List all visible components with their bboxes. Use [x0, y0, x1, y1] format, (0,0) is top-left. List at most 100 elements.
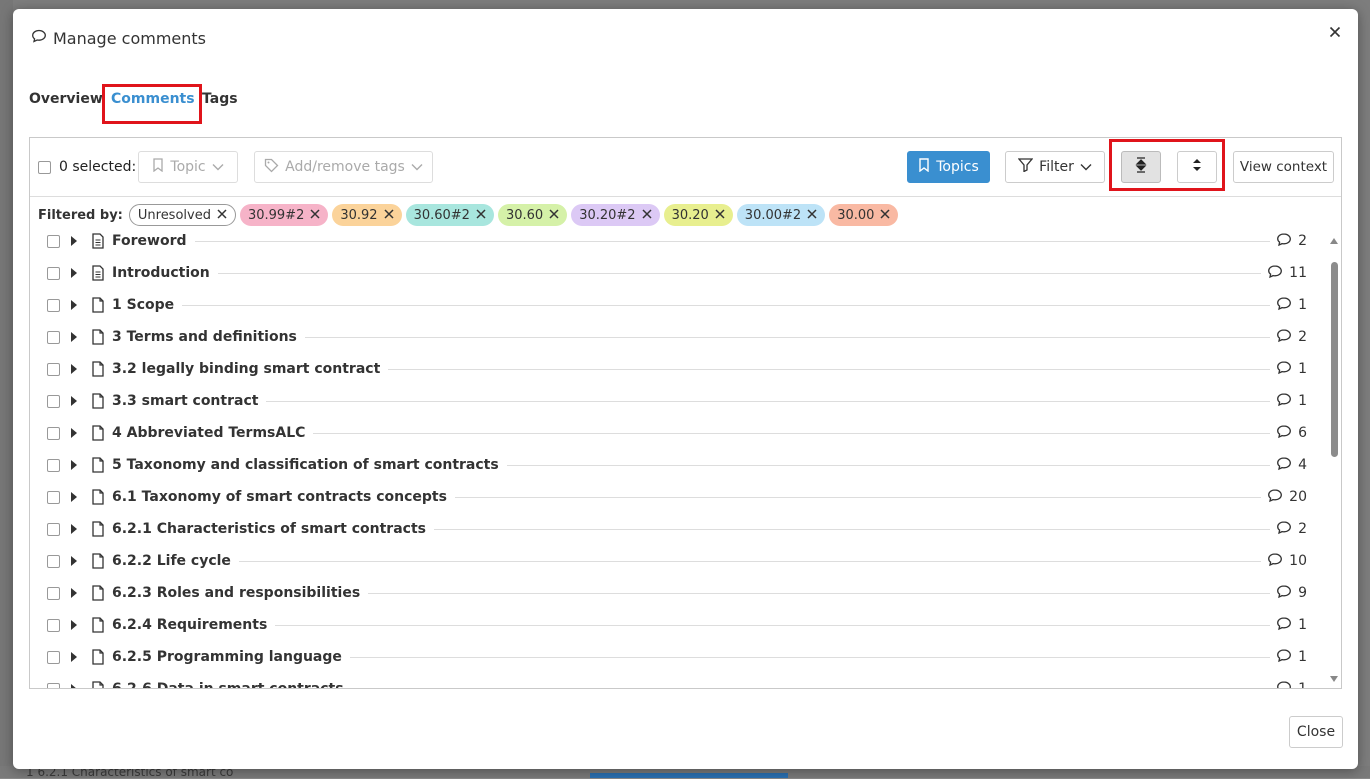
row-title: 6.2.5 Programming language — [112, 649, 350, 665]
list-item[interactable]: 3.2 legally binding smart contract 1 — [30, 353, 1327, 385]
row-title: 1 Scope — [112, 297, 183, 313]
comment-count-value: 1 — [1298, 681, 1307, 688]
remove-filter-icon[interactable] — [549, 208, 559, 222]
list-item[interactable]: 6.2.5 Programming language 1 — [30, 641, 1327, 673]
filter-chip-label: 30.60#2 — [413, 207, 470, 223]
caret-right-icon[interactable] — [71, 684, 77, 688]
row-checkbox[interactable] — [47, 554, 60, 568]
document-icon — [91, 649, 105, 669]
list-item[interactable]: 3.3 smart contract 1 — [30, 385, 1327, 417]
scroll-up-arrow-icon[interactable] — [1330, 238, 1338, 244]
row-checkbox[interactable] — [47, 522, 60, 536]
caret-right-icon[interactable] — [71, 300, 77, 310]
comment-count: 1 — [1270, 647, 1307, 667]
caret-right-icon[interactable] — [71, 588, 77, 598]
remove-filter-icon[interactable] — [715, 208, 725, 222]
caret-right-icon[interactable] — [71, 428, 77, 438]
select-all-checkbox[interactable] — [38, 160, 51, 174]
filter-chip-label: 30.00#2 — [744, 207, 802, 223]
comment-icon — [1276, 328, 1292, 347]
row-checkbox[interactable] — [47, 458, 60, 472]
caret-right-icon[interactable] — [71, 236, 77, 246]
caret-right-icon[interactable] — [71, 524, 77, 534]
caret-right-icon[interactable] — [71, 556, 77, 566]
filter-chip: 30.00 — [829, 204, 899, 226]
comment-count: 9 — [1270, 583, 1307, 603]
tags-dropdown[interactable]: Add/remove tags — [254, 151, 433, 183]
row-checkbox[interactable] — [47, 266, 60, 280]
row-checkbox[interactable] — [47, 490, 60, 504]
scroll-down-arrow-icon[interactable] — [1330, 676, 1338, 682]
remove-filter-icon[interactable] — [310, 208, 320, 222]
view-context-button[interactable]: View context — [1233, 151, 1334, 183]
caret-right-icon[interactable] — [71, 268, 77, 278]
remove-filter-icon[interactable] — [807, 208, 817, 222]
tab-overview[interactable]: Overview — [29, 91, 103, 107]
filter-button[interactable]: Filter — [1005, 151, 1105, 183]
caret-right-icon[interactable] — [71, 364, 77, 374]
row-checkbox[interactable] — [47, 618, 60, 632]
document-icon — [91, 585, 105, 605]
row-checkbox[interactable] — [47, 362, 60, 376]
row-checkbox[interactable] — [47, 650, 60, 664]
comment-count-value: 11 — [1289, 265, 1307, 281]
row-divider — [112, 561, 1287, 562]
caret-right-icon[interactable] — [71, 652, 77, 662]
row-title: 6.2.1 Characteristics of smart contracts — [112, 521, 434, 537]
tag-icon — [264, 158, 279, 177]
caret-right-icon[interactable] — [71, 396, 77, 406]
filter-chip: 30.60 — [497, 204, 568, 226]
row-checkbox[interactable] — [47, 682, 60, 688]
remove-filter-icon[interactable] — [476, 208, 486, 222]
scrollbar[interactable] — [1328, 234, 1340, 686]
list-item[interactable]: 6.2.2 Life cycle 10 — [30, 545, 1327, 577]
comment-count: 2 — [1270, 232, 1307, 251]
caret-right-icon[interactable] — [71, 332, 77, 342]
filter-chip: 30.00#2 — [736, 204, 826, 226]
list-item[interactable]: 1 Scope 1 — [30, 289, 1327, 321]
remove-filter-icon[interactable] — [880, 208, 890, 222]
scroll-thumb[interactable] — [1331, 262, 1338, 457]
row-title: 3.3 smart contract — [112, 393, 267, 409]
comment-icon — [1276, 584, 1292, 603]
remove-filter-icon[interactable] — [217, 208, 227, 222]
list-item[interactable]: 3 Terms and definitions 2 — [30, 321, 1327, 353]
row-checkbox[interactable] — [47, 586, 60, 600]
list-item[interactable]: 6.2.6 Data in smart contracts 1 — [30, 673, 1327, 688]
comment-icon — [1276, 520, 1292, 539]
tab-tags[interactable]: Tags — [202, 91, 238, 107]
remove-filter-icon[interactable] — [384, 208, 394, 222]
row-checkbox[interactable] — [47, 298, 60, 312]
close-button[interactable]: Close — [1289, 716, 1343, 748]
row-checkbox[interactable] — [47, 234, 60, 248]
list-item[interactable]: Foreword 2 — [30, 232, 1327, 257]
comment-icon — [1267, 264, 1283, 283]
comment-count-value: 1 — [1298, 649, 1307, 665]
row-checkbox[interactable] — [47, 426, 60, 440]
topics-button[interactable]: Topics — [907, 151, 990, 183]
backdrop-sidebar — [0, 0, 13, 778]
manage-comments-dialog: Manage comments Overview Comments Tags 0… — [13, 9, 1358, 769]
remove-filter-icon[interactable] — [642, 208, 652, 222]
caret-right-icon[interactable] — [71, 492, 77, 502]
list-item[interactable]: 5 Taxonomy and classification of smart c… — [30, 449, 1327, 481]
topic-dropdown[interactable]: Topic — [138, 151, 238, 183]
caret-right-icon[interactable] — [71, 460, 77, 470]
list-item[interactable]: 6.2.4 Requirements 1 — [30, 609, 1327, 641]
row-checkbox[interactable] — [47, 330, 60, 344]
text-document-icon — [91, 233, 105, 253]
comment-count: 11 — [1261, 263, 1307, 283]
list-item[interactable]: Introduction 11 — [30, 257, 1327, 289]
row-checkbox[interactable] — [47, 394, 60, 408]
list-item[interactable]: 4 Abbreviated TermsALC 6 — [30, 417, 1327, 449]
list-item[interactable]: 6.2.3 Roles and responsibilities 9 — [30, 577, 1327, 609]
list-item[interactable]: 6.2.1 Characteristics of smart contracts… — [30, 513, 1327, 545]
comment-icon — [1276, 616, 1292, 635]
comment-count-value: 20 — [1289, 489, 1307, 505]
close-icon[interactable] — [1326, 23, 1344, 41]
caret-right-icon[interactable] — [71, 620, 77, 630]
row-title: 6.2.2 Life cycle — [112, 553, 239, 569]
list-item[interactable]: 6.1 Taxonomy of smart contracts concepts… — [30, 481, 1327, 513]
comment-icon — [1276, 360, 1292, 379]
row-title: 5 Taxonomy and classification of smart c… — [112, 457, 507, 473]
